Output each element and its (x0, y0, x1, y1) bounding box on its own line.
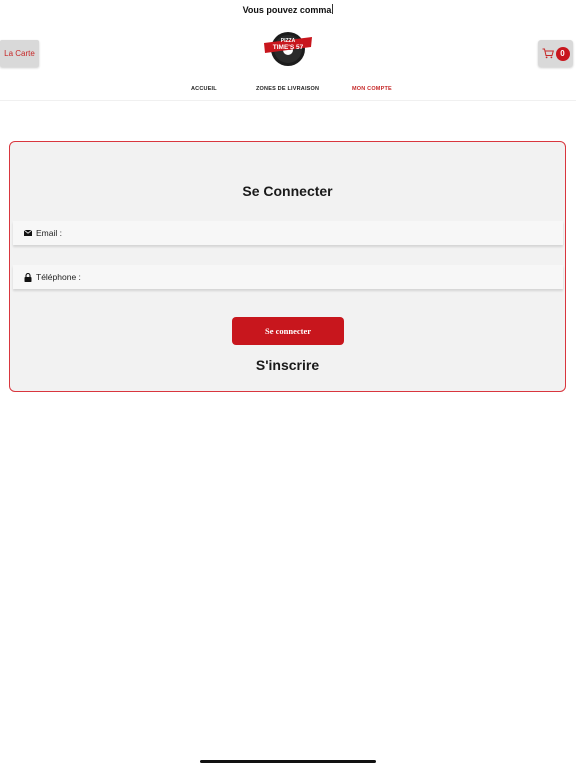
main-nav: ACCUEIL ZONES DE LIVRAISON MON COMPTE (0, 84, 576, 101)
pizza-times-logo[interactable]: PIZZA TIME'S 57 (262, 28, 314, 68)
nav-item-accueil[interactable]: ACCUEIL (191, 86, 217, 92)
announcement-marquee: Vous pouvez comma (0, 4, 576, 15)
cart-count-badge: 0 (555, 46, 570, 61)
email-label: Email : (36, 228, 62, 238)
envelope-icon (23, 228, 33, 238)
announcement-text: Vous pouvez comma (242, 5, 332, 15)
text-cursor (332, 4, 334, 14)
nav-item-mon-compte[interactable]: MON COMPTE (352, 86, 392, 92)
login-button[interactable]: Se connecter (232, 317, 344, 345)
logo-text-times: TIME'S 57 (273, 44, 304, 51)
home-indicator[interactable] (200, 760, 376, 763)
menu-carte-label: La Carte (4, 49, 35, 58)
cart-icon (542, 48, 554, 59)
menu-carte-button[interactable]: La Carte (0, 40, 39, 67)
register-link[interactable]: S'inscrire (10, 357, 565, 373)
login-title: Se Connecter (242, 183, 333, 199)
login-card: Se Connecter Email : Téléphone : Se conn… (9, 141, 566, 392)
email-field[interactable]: Email : (13, 221, 563, 245)
nav-item-zones-livraison[interactable]: ZONES DE LIVRAISON (256, 86, 319, 92)
lock-icon (23, 272, 33, 282)
email-input[interactable] (61, 227, 563, 239)
phone-field[interactable]: Téléphone : (13, 265, 563, 289)
logo-graphic: PIZZA TIME'S 57 (264, 32, 312, 66)
phone-label: Téléphone : (36, 272, 81, 282)
cart-button[interactable]: 0 (538, 40, 573, 67)
phone-input[interactable] (80, 271, 563, 283)
